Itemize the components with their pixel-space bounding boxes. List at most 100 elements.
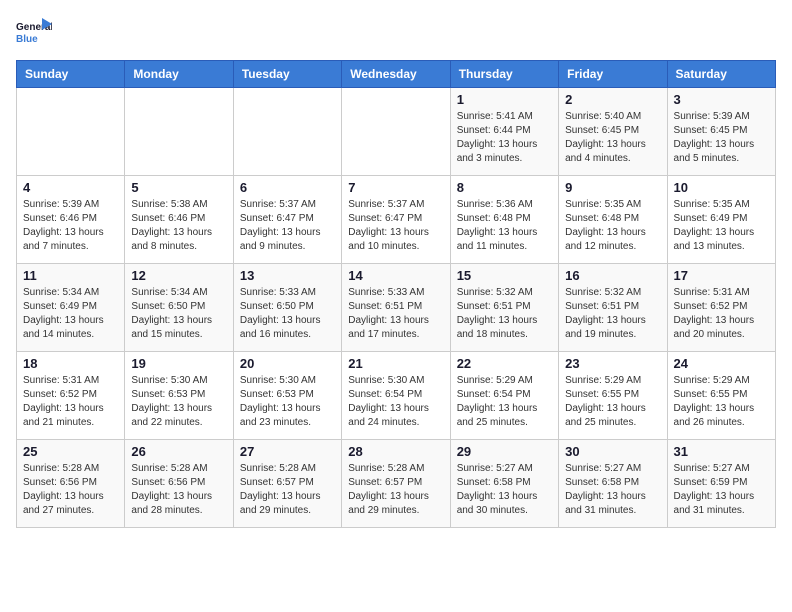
day-info: Sunrise: 5:40 AM Sunset: 6:45 PM Dayligh… [565, 110, 660, 166]
day-info: Sunrise: 5:33 AM Sunset: 6:50 PM Dayligh… [240, 286, 335, 342]
day-cell [342, 88, 450, 176]
day-number: 17 [674, 268, 769, 283]
day-cell: 9 Sunrise: 5:35 AM Sunset: 6:48 PM Daylig… [559, 176, 667, 264]
day-number: 10 [674, 180, 769, 195]
day-cell: 7Sunrise: 5:37 AM Sunset: 6:47 PM Daylig… [342, 176, 450, 264]
week-row-1: 4 Sunrise: 5:39 AM Sunset: 6:46 PM Daylig… [17, 176, 776, 264]
day-cell: 8Sunrise: 5:36 AM Sunset: 6:48 PM Daylig… [450, 176, 558, 264]
day-cell: 17 Sunrise: 5:31 AM Sunset: 6:52 PM Dayli… [667, 264, 775, 352]
day-cell: 20Sunrise: 5:30 AM Sunset: 6:53 PM Dayli… [233, 352, 341, 440]
day-number: 14 [348, 268, 443, 283]
header-day-monday: Monday [125, 61, 233, 88]
header-day-friday: Friday [559, 61, 667, 88]
day-info: Sunrise: 5:34 AM Sunset: 6:50 PM Dayligh… [131, 286, 226, 342]
day-cell: 2 Sunrise: 5:40 AM Sunset: 6:45 PM Daylig… [559, 88, 667, 176]
day-cell [17, 88, 125, 176]
day-cell: 31 Sunrise: 5:27 AM Sunset: 6:59 PM Dayli… [667, 440, 775, 528]
day-number: 2 [565, 92, 660, 107]
week-row-2: 11 Sunrise: 5:34 AM Sunset: 6:49 PM Dayli… [17, 264, 776, 352]
day-info: Sunrise: 5:29 AM Sunset: 6:55 PM Dayligh… [674, 374, 769, 430]
day-info: Sunrise: 5:32 AM Sunset: 6:51 PM Dayligh… [457, 286, 552, 342]
day-number: 9 [565, 180, 660, 195]
day-cell: 21Sunrise: 5:30 AM Sunset: 6:54 PM Dayli… [342, 352, 450, 440]
header-day-wednesday: Wednesday [342, 61, 450, 88]
calendar-table: SundayMondayTuesdayWednesdayThursdayFrid… [16, 60, 776, 528]
day-info: Sunrise: 5:31 AM Sunset: 6:52 PM Dayligh… [674, 286, 769, 342]
day-info: Sunrise: 5:31 AM Sunset: 6:52 PM Dayligh… [23, 374, 118, 430]
day-cell: 16Sunrise: 5:32 AM Sunset: 6:51 PM Dayli… [559, 264, 667, 352]
day-cell: 23Sunrise: 5:29 AM Sunset: 6:55 PM Dayli… [559, 352, 667, 440]
day-info: Sunrise: 5:30 AM Sunset: 6:53 PM Dayligh… [240, 374, 335, 430]
day-info: Sunrise: 5:34 AM Sunset: 6:49 PM Dayligh… [23, 286, 118, 342]
day-info: Sunrise: 5:28 AM Sunset: 6:57 PM Dayligh… [240, 462, 335, 518]
logo-icon: GeneralBlue [16, 16, 52, 52]
day-cell [233, 88, 341, 176]
day-cell: 11 Sunrise: 5:34 AM Sunset: 6:49 PM Dayli… [17, 264, 125, 352]
logo: GeneralBlue [16, 16, 52, 52]
day-info: Sunrise: 5:36 AM Sunset: 6:48 PM Dayligh… [457, 198, 552, 254]
day-cell: 27 Sunrise: 5:28 AM Sunset: 6:57 PM Dayli… [233, 440, 341, 528]
day-info: Sunrise: 5:35 AM Sunset: 6:48 PM Dayligh… [565, 198, 660, 254]
svg-text:Blue: Blue [16, 34, 38, 45]
day-number: 1 [457, 92, 552, 107]
day-number: 4 [23, 180, 118, 195]
header-day-tuesday: Tuesday [233, 61, 341, 88]
day-number: 11 [23, 268, 118, 283]
day-info: Sunrise: 5:39 AM Sunset: 6:45 PM Dayligh… [674, 110, 769, 166]
day-info: Sunrise: 5:28 AM Sunset: 6:57 PM Dayligh… [348, 462, 443, 518]
day-number: 22 [457, 356, 552, 371]
day-number: 29 [457, 444, 552, 459]
day-cell: 18 Sunrise: 5:31 AM Sunset: 6:52 PM Dayli… [17, 352, 125, 440]
day-number: 7 [348, 180, 443, 195]
day-number: 23 [565, 356, 660, 371]
day-cell: 4 Sunrise: 5:39 AM Sunset: 6:46 PM Daylig… [17, 176, 125, 264]
day-info: Sunrise: 5:32 AM Sunset: 6:51 PM Dayligh… [565, 286, 660, 342]
day-number: 31 [674, 444, 769, 459]
day-cell: 25 Sunrise: 5:28 AM Sunset: 6:56 PM Dayli… [17, 440, 125, 528]
day-cell: 24 Sunrise: 5:29 AM Sunset: 6:55 PM Dayli… [667, 352, 775, 440]
day-info: Sunrise: 5:28 AM Sunset: 6:56 PM Dayligh… [23, 462, 118, 518]
day-cell: 28 Sunrise: 5:28 AM Sunset: 6:57 PM Dayli… [342, 440, 450, 528]
day-info: Sunrise: 5:30 AM Sunset: 6:53 PM Dayligh… [131, 374, 226, 430]
day-info: Sunrise: 5:35 AM Sunset: 6:49 PM Dayligh… [674, 198, 769, 254]
day-cell: 19 Sunrise: 5:30 AM Sunset: 6:53 PM Dayli… [125, 352, 233, 440]
day-number: 30 [565, 444, 660, 459]
day-number: 21 [348, 356, 443, 371]
day-number: 15 [457, 268, 552, 283]
day-info: Sunrise: 5:33 AM Sunset: 6:51 PM Dayligh… [348, 286, 443, 342]
week-row-3: 18 Sunrise: 5:31 AM Sunset: 6:52 PM Dayli… [17, 352, 776, 440]
day-cell: 1 Sunrise: 5:41 AM Sunset: 6:44 PM Daylig… [450, 88, 558, 176]
day-info: Sunrise: 5:38 AM Sunset: 6:46 PM Dayligh… [131, 198, 226, 254]
day-cell: 30 Sunrise: 5:27 AM Sunset: 6:58 PM Dayli… [559, 440, 667, 528]
day-cell: 15 Sunrise: 5:32 AM Sunset: 6:51 PM Dayli… [450, 264, 558, 352]
day-number: 12 [131, 268, 226, 283]
day-cell: 26 Sunrise: 5:28 AM Sunset: 6:56 PM Dayli… [125, 440, 233, 528]
day-cell: 14 Sunrise: 5:33 AM Sunset: 6:51 PM Dayli… [342, 264, 450, 352]
day-info: Sunrise: 5:28 AM Sunset: 6:56 PM Dayligh… [131, 462, 226, 518]
day-cell: 29Sunrise: 5:27 AM Sunset: 6:58 PM Dayli… [450, 440, 558, 528]
day-number: 27 [240, 444, 335, 459]
day-number: 6 [240, 180, 335, 195]
header: GeneralBlue [16, 16, 776, 52]
day-number: 19 [131, 356, 226, 371]
day-info: Sunrise: 5:39 AM Sunset: 6:46 PM Dayligh… [23, 198, 118, 254]
day-number: 26 [131, 444, 226, 459]
calendar-header: SundayMondayTuesdayWednesdayThursdayFrid… [17, 61, 776, 88]
day-number: 18 [23, 356, 118, 371]
day-number: 28 [348, 444, 443, 459]
day-cell: 10 Sunrise: 5:35 AM Sunset: 6:49 PM Dayli… [667, 176, 775, 264]
day-info: Sunrise: 5:41 AM Sunset: 6:44 PM Dayligh… [457, 110, 552, 166]
header-day-sunday: Sunday [17, 61, 125, 88]
header-day-saturday: Saturday [667, 61, 775, 88]
day-number: 3 [674, 92, 769, 107]
day-number: 5 [131, 180, 226, 195]
week-row-0: 1 Sunrise: 5:41 AM Sunset: 6:44 PM Daylig… [17, 88, 776, 176]
day-cell [125, 88, 233, 176]
day-number: 24 [674, 356, 769, 371]
day-cell: 12 Sunrise: 5:34 AM Sunset: 6:50 PM Dayli… [125, 264, 233, 352]
day-number: 13 [240, 268, 335, 283]
day-info: Sunrise: 5:27 AM Sunset: 6:58 PM Dayligh… [565, 462, 660, 518]
day-number: 25 [23, 444, 118, 459]
day-info: Sunrise: 5:27 AM Sunset: 6:59 PM Dayligh… [674, 462, 769, 518]
day-cell: 6Sunrise: 5:37 AM Sunset: 6:47 PM Daylig… [233, 176, 341, 264]
